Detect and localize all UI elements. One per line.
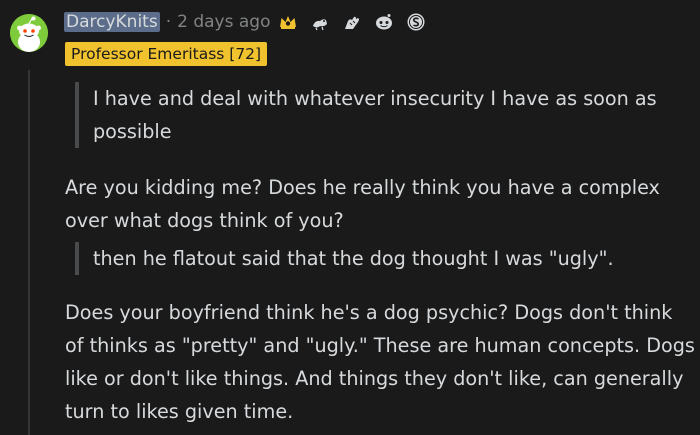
meta-separator: · — [165, 12, 172, 32]
comment-paragraph: Are you kidding me? Does he really think… — [65, 171, 695, 237]
quote-line: I have and deal with whatever insecurity… — [93, 87, 657, 110]
paragraph-line: turn to likes given time. — [65, 400, 294, 423]
hands-award-icon[interactable] — [342, 12, 362, 32]
paragraph-line: over what dogs think of you? — [65, 209, 344, 232]
quote-line: possible — [93, 120, 172, 143]
comment: DarcyKnits · 2 days ago Professor Emerit… — [0, 0, 700, 435]
thread-collapse-line[interactable] — [28, 70, 30, 435]
paragraph-line: Does your boyfriend think he's a dog psy… — [65, 301, 673, 324]
snoo-award-icon[interactable] — [374, 12, 394, 32]
animal-award-icon[interactable] — [310, 12, 330, 32]
snoo-avatar-icon — [10, 14, 48, 52]
comment-paragraph: Does your boyfriend think he's a dog psy… — [65, 296, 695, 428]
crown-award-icon[interactable] — [278, 12, 298, 32]
paragraph-line: of thinks as "pretty" and "ugly." These … — [65, 334, 695, 357]
paragraph-line: like or don't like things. And things th… — [65, 367, 684, 390]
comment-header: DarcyKnits · 2 days ago — [64, 9, 426, 35]
quote-line: then he flatout said that the dog though… — [93, 247, 614, 270]
awards-list[interactable] — [278, 12, 426, 32]
coin-award-icon[interactable] — [406, 12, 426, 32]
username-link[interactable]: DarcyKnits — [64, 12, 160, 32]
comment-timestamp[interactable]: 2 days ago — [177, 12, 270, 32]
paragraph-line: Are you kidding me? Does he really think… — [65, 176, 660, 199]
blockquote: I have and deal with whatever insecurity… — [75, 82, 693, 148]
user-avatar[interactable] — [10, 14, 48, 52]
blockquote: then he flatout said that the dog though… — [75, 242, 693, 275]
user-flair: Professor Emeritass [72] — [65, 42, 268, 66]
